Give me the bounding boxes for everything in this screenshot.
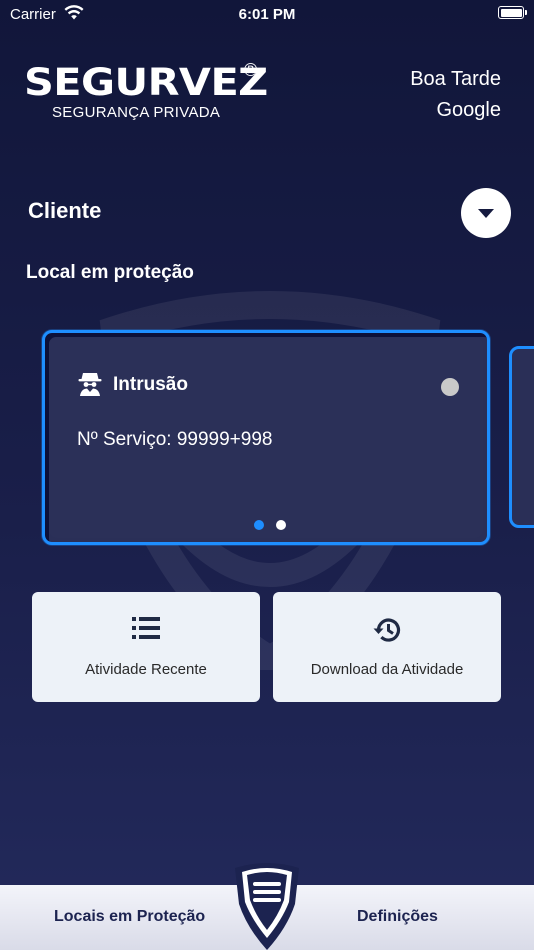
brand-logo: SEGURVEZ ® SEGURANÇA PRIVADA [24, 60, 268, 122]
page-dot[interactable] [276, 520, 286, 530]
next-card-peek[interactable] [509, 346, 534, 528]
tab-settings[interactable]: Definições [357, 908, 438, 926]
download-activity-label: Download da Atividade [310, 661, 464, 678]
user-name: Google [436, 99, 502, 121]
clock: 6:01 PM [238, 6, 296, 23]
location-card[interactable]: Intrusão Nº Serviço: 99999+998 [42, 330, 490, 545]
spy-icon [78, 373, 102, 396]
brand-tagline: SEGURANÇA PRIVADA [52, 104, 221, 121]
page-dot-active[interactable] [254, 520, 264, 530]
status-indicator [441, 378, 459, 396]
greeting-line: Boa Tarde [410, 68, 501, 90]
client-label: Cliente [28, 198, 102, 223]
chevron-down-icon [478, 208, 494, 218]
card-title: Intrusão [113, 374, 188, 395]
tab-protected-locations[interactable]: Locais em Proteção [54, 908, 205, 926]
card-body: Intrusão Nº Serviço: 99999+998 [49, 337, 483, 538]
client-dropdown-button[interactable] [461, 188, 511, 238]
status-bar: Carrier 6:01 PM [0, 0, 534, 30]
recent-activity-button[interactable]: Atividade Recente [32, 592, 260, 702]
download-activity-button[interactable]: Download da Atividade [273, 592, 501, 702]
service-number: Nº Serviço: 99999+998 [77, 429, 273, 450]
recent-activity-label: Atividade Recente [85, 661, 207, 678]
greeting: Boa Tarde Google [410, 64, 501, 126]
registered-mark: ® [244, 60, 258, 80]
battery-icon [498, 6, 527, 19]
history-icon [273, 616, 501, 649]
menu-shield-icon[interactable] [232, 862, 302, 950]
section-title: Local em proteção [26, 262, 194, 283]
list-icon [32, 616, 260, 645]
